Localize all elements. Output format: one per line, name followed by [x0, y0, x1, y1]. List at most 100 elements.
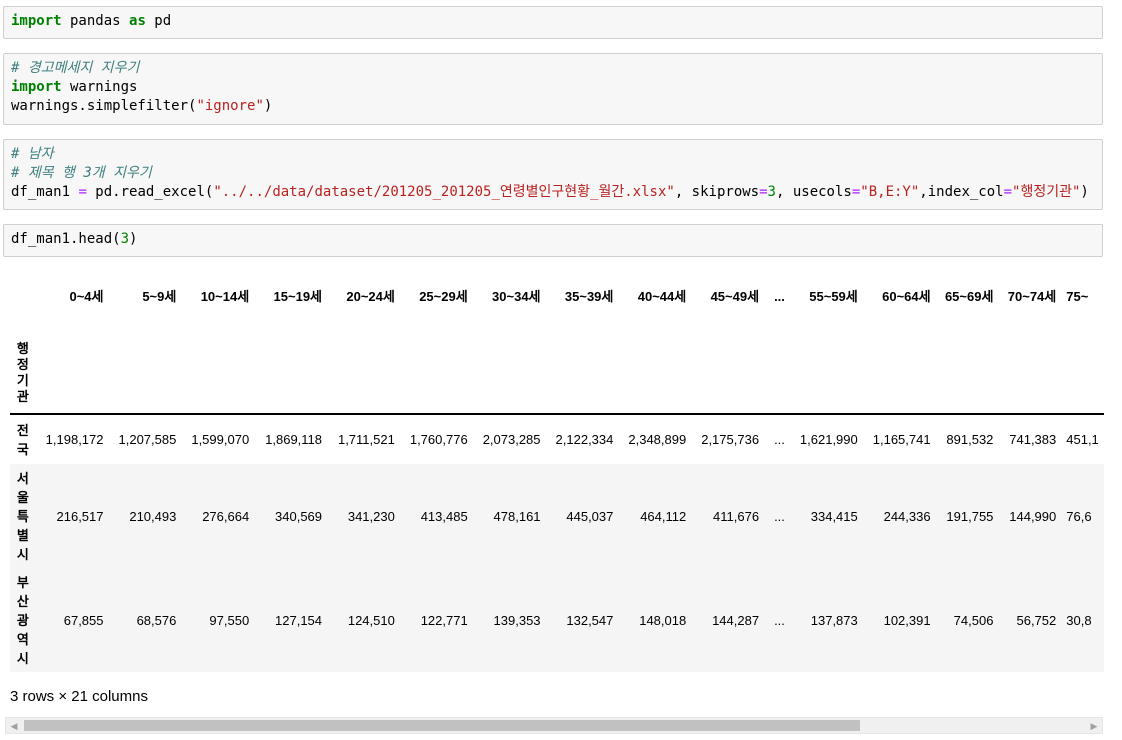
table-cell: 132,547 — [545, 568, 619, 672]
code-comment: # 제목 행 3개 지우기 — [11, 165, 152, 181]
table-cell: 1,198,172 — [35, 413, 109, 464]
row-label-text: 전국 — [16, 422, 29, 457]
table-cell: 1,621,990 — [789, 413, 863, 464]
code-text: pd.read_excel( — [86, 184, 214, 200]
table-cell: 191,755 — [935, 464, 999, 568]
table-cell: 1,711,521 — [327, 413, 400, 464]
code-cell-import-pandas[interactable]: import pandas as pd — [3, 6, 1103, 39]
table-cell: ... — [764, 413, 790, 464]
table-cell: ... — [764, 464, 790, 568]
column-header: 5~9세 — [142, 289, 177, 304]
index-header-blank — [10, 262, 36, 332]
table-cell: 1,869,118 — [254, 413, 328, 464]
scroll-right-arrow-icon[interactable]: ▶ — [1088, 720, 1100, 732]
table-row: 전국 1,198,172 1,207,585 1,599,070 1,869,1… — [10, 413, 1104, 464]
table-cell: 97,550 — [181, 568, 255, 672]
code-string: "행정기관" — [1012, 184, 1081, 200]
table-cell: 2,348,899 — [618, 413, 692, 464]
table-cell: 137,873 — [789, 568, 863, 672]
code-text: df_man1 — [11, 184, 79, 200]
table-cell: 276,664 — [181, 464, 255, 568]
table-cell: 1,760,776 — [399, 413, 473, 464]
code-text: ,index_col — [919, 184, 1004, 200]
table-cell: 445,037 — [545, 464, 619, 568]
column-header: 30~34세 — [492, 289, 541, 304]
column-header: 10~14세 — [200, 289, 250, 304]
column-header-row: 0~4세 5~9세 10~14세 15~19세 20~24세 25~29세 30… — [10, 262, 1104, 332]
row-label-text: 서울특별시 — [16, 470, 29, 562]
output-area[interactable]: 0~4세 5~9세 10~14세 15~19세 20~24세 25~29세 30… — [0, 262, 1104, 682]
column-header-ellipsis: ... — [774, 289, 785, 304]
code-text: pd — [145, 13, 172, 29]
table-cell: 210,493 — [108, 464, 182, 568]
code-string: "B,E:Y" — [860, 184, 920, 200]
table-cell: 122,771 — [399, 568, 473, 672]
code-text: warnings.simplefilter( — [11, 98, 197, 114]
row-label-text: 부산광역시 — [16, 574, 29, 666]
code-text: , usecols — [775, 184, 852, 200]
code-text: warnings — [61, 79, 138, 95]
table-cell: 127,154 — [254, 568, 328, 672]
code-text: ) — [1080, 184, 1089, 200]
column-header: 15~19세 — [273, 289, 323, 304]
column-header: 75~ — [1066, 289, 1089, 304]
table-cell: 478,161 — [472, 464, 546, 568]
column-header: 20~24세 — [346, 289, 395, 304]
table-cell: 67,855 — [35, 568, 109, 672]
code-cell-warnings[interactable]: # 경고메세지 지우기 import warnings warnings.sim… — [3, 53, 1103, 125]
code-text: , skiprows — [674, 184, 760, 200]
scroll-left-arrow-icon[interactable]: ◀ — [8, 720, 20, 732]
index-name-row: 행정기관 — [10, 332, 1104, 414]
column-header: 25~29세 — [419, 289, 468, 304]
code-operator: = — [1003, 184, 1013, 200]
table-cell: 411,676 — [691, 464, 765, 568]
table-cell: 124,510 — [327, 568, 400, 672]
table-cell: 413,485 — [399, 464, 473, 568]
column-header: 40~44세 — [637, 289, 687, 304]
code-text: ) — [263, 98, 273, 114]
dataframe-shape-text: 3 rows × 21 columns — [10, 688, 148, 705]
index-name-text: 행정기관 — [16, 340, 29, 404]
code-cell-head[interactable]: df_man1.head(3) — [3, 224, 1103, 257]
table-cell: 144,287 — [691, 568, 765, 672]
scrollbar-thumb[interactable] — [24, 720, 860, 731]
table-cell: 1,599,070 — [181, 413, 255, 464]
code-text: df_man1.head( — [11, 231, 121, 247]
table-cell: 244,336 — [862, 464, 936, 568]
horizontal-scrollbar[interactable]: ◀ ▶ — [5, 717, 1103, 734]
table-cell: 30,8 — [1061, 568, 1104, 672]
column-header: 60~64세 — [882, 289, 931, 304]
table-cell: 74,506 — [935, 568, 999, 672]
column-header: 45~49세 — [710, 289, 760, 304]
table-cell: 341,230 — [327, 464, 400, 568]
code-cell-read-excel[interactable]: # 남자 # 제목 행 3개 지우기 df_man1 = pd.read_exc… — [3, 139, 1103, 210]
column-header: 35~39세 — [564, 289, 614, 304]
keyword-import: import — [11, 79, 62, 95]
column-header: 55~59세 — [809, 289, 858, 304]
table-cell: 56,752 — [998, 568, 1062, 672]
row-label: 전국 — [10, 413, 36, 464]
table-cell: 340,569 — [254, 464, 328, 568]
code-string: "../../data/dataset/201205_201205_연령별인구현… — [213, 184, 675, 200]
table-cell: 139,353 — [472, 568, 546, 672]
table-cell: 334,415 — [789, 464, 863, 568]
code-text: pandas — [61, 13, 130, 29]
table-row: 부산광역시 67,855 68,576 97,550 127,154 124,5… — [10, 568, 1104, 672]
code-number: 3 — [120, 231, 130, 247]
column-header: 65~69세 — [944, 289, 994, 304]
table-cell: ... — [764, 568, 790, 672]
code-comment: # 남자 — [11, 146, 54, 162]
table-cell: 451,1 — [1061, 413, 1104, 464]
code-number: 3 — [767, 184, 776, 200]
table-cell: 1,165,741 — [862, 413, 936, 464]
column-header: 70~74세 — [1007, 289, 1057, 304]
table-cell: 2,073,285 — [472, 413, 546, 464]
code-operator: = — [759, 184, 768, 200]
table-cell: 1,207,585 — [108, 413, 182, 464]
row-label: 서울특별시 — [10, 464, 36, 568]
table-cell: 2,175,736 — [691, 413, 765, 464]
table-cell: 464,112 — [618, 464, 692, 568]
code-comment: # 경고메세지 지우기 — [11, 60, 140, 76]
table-cell: 741,383 — [998, 413, 1062, 464]
code-string: "ignore" — [196, 98, 264, 114]
